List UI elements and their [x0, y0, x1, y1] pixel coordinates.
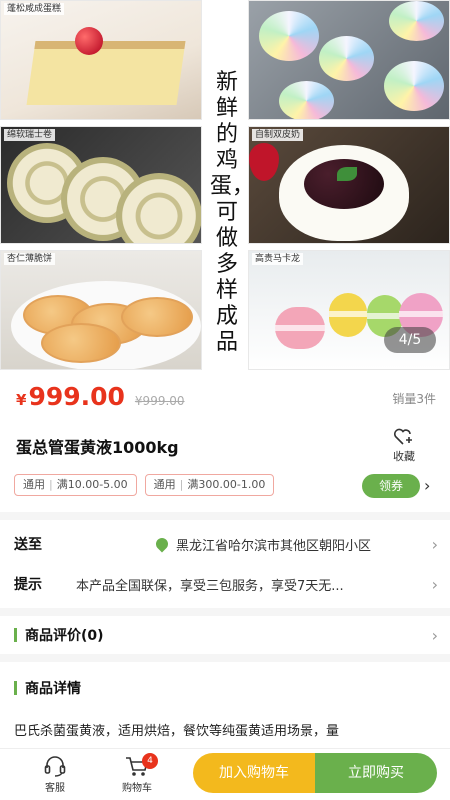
- details-text: 巴氏杀菌蛋黄液，适用烘焙，餐饮等纯蛋黄适用场景，量: [14, 724, 340, 739]
- cart-button[interactable]: 购物车 4: [112, 753, 162, 794]
- coupon-tag: 通用: [23, 478, 45, 491]
- macaron-shape: [329, 293, 367, 337]
- shipping-row[interactable]: 送至 黑龙江省哈尔滨市其他区朝阳小区 ›: [14, 526, 438, 562]
- delivery-info-card: 送至 黑龙江省哈尔滨市其他区朝阳小区 › 提示 本产品全国联保，享受三包服务，享…: [0, 520, 450, 608]
- chevron-right-icon: ›: [431, 625, 438, 645]
- meringue-shape: [319, 36, 374, 81]
- headset-icon: [44, 756, 66, 777]
- image-caption: 杏仁薄脆饼: [4, 253, 56, 265]
- claim-coupon-button[interactable]: 领券: [362, 474, 420, 498]
- meringue-shape: [259, 11, 319, 61]
- mint-leaf-shape: [337, 167, 357, 181]
- bottom-action-bar: 客服 购物车 4 加入购物车 立即购买: [0, 748, 450, 800]
- details-title: 商品详情: [25, 681, 81, 697]
- swiss-roll-image: 绵软瑞士卷: [0, 126, 202, 244]
- image-caption: 蓬松咸成蛋糕: [4, 3, 65, 15]
- details-section: 商品详情 巴氏杀菌蛋黄液，适用烘焙，餐饮等纯蛋黄适用场景，量: [0, 662, 450, 750]
- section-marker: [14, 628, 17, 642]
- cookie-shape: [41, 323, 121, 363]
- buy-now-button[interactable]: 立即购买: [315, 753, 437, 793]
- swiss-roll-shape: [116, 173, 201, 243]
- customer-service-button[interactable]: 客服: [30, 755, 80, 794]
- carousel-page-indicator: 4/5: [384, 327, 436, 353]
- coupon-text: 满10.00-5.00: [56, 478, 128, 491]
- cookie-shape: [121, 297, 193, 337]
- location-pin-icon: [153, 535, 171, 553]
- product-image-carousel[interactable]: 蓬松咸成蛋糕 绵软瑞士卷 自制双皮奶 杏仁薄脆饼 高贵马卡龙 新鲜的鸡蛋，可做多…: [0, 0, 450, 372]
- meringue-shape: [279, 81, 334, 119]
- image-caption: 绵软瑞士卷: [4, 129, 56, 141]
- currency-symbol: ¥: [16, 391, 27, 409]
- section-marker: [14, 681, 17, 695]
- notice-text: 本产品全国联保，享受三包服务，享受7天无...: [76, 578, 344, 594]
- reviews-title: 商品评价(0): [25, 628, 104, 644]
- almond-cookie-image: 杏仁薄脆饼: [0, 250, 202, 370]
- shipping-label: 送至: [14, 537, 42, 553]
- price-row: ¥ 999.00 ¥999.00: [16, 382, 185, 418]
- coupon-chip[interactable]: 通用 | 满300.00-1.00: [144, 474, 275, 496]
- details-header: 商品详情: [14, 678, 81, 698]
- coupon-chip[interactable]: 通用 | 满10.00-5.00: [14, 474, 137, 496]
- meringue-shape: [389, 1, 444, 41]
- original-price: ¥999.00: [134, 394, 185, 408]
- cherry-shape: [75, 27, 103, 55]
- meringue-shape: [384, 61, 444, 111]
- product-summary-card: ¥ 999.00 ¥999.00 销量3件 蛋总管蛋黄液1000kg 收藏 通用…: [0, 372, 450, 512]
- cart-count-badge: 4: [142, 753, 158, 769]
- add-to-cart-button[interactable]: 加入购物车: [193, 753, 315, 793]
- cake-shape: [26, 41, 186, 105]
- chevron-right-icon[interactable]: ›: [424, 476, 430, 495]
- notice-label: 提示: [14, 577, 42, 593]
- coupon-text: 满300.00-1.00: [187, 478, 266, 491]
- cart-label: 购物车: [122, 783, 152, 794]
- image-caption: 自制双皮奶: [252, 129, 304, 141]
- image-caption: 高贵马卡龙: [252, 253, 304, 265]
- macaron-shape: [275, 307, 325, 349]
- customer-service-label: 客服: [45, 783, 65, 794]
- meringue-image: [248, 0, 450, 120]
- chevron-right-icon: ›: [431, 574, 438, 594]
- pudding-image: 自制双皮奶: [248, 126, 450, 244]
- cake-image: 蓬松咸成蛋糕: [0, 0, 202, 120]
- favorite-label: 收藏: [393, 450, 415, 463]
- heart-plus-icon: [393, 428, 412, 445]
- notice-row[interactable]: 提示 本产品全国联保，享受三包服务，享受7天无... ›: [14, 566, 438, 602]
- reviews-section[interactable]: 商品评价(0) ›: [0, 616, 450, 654]
- coupon-tag: 通用: [153, 478, 176, 491]
- shipping-address: 黑龙江省哈尔滨市其他区朝阳小区: [176, 538, 372, 554]
- sales-count: 销量3件: [392, 392, 436, 406]
- chevron-right-icon: ›: [431, 534, 438, 554]
- favorite-button[interactable]: 收藏: [386, 428, 422, 464]
- gallery-headline: 新鲜的鸡蛋，可做多样成品: [210, 70, 255, 355]
- current-price: 999.00: [28, 382, 125, 411]
- product-title: 蛋总管蛋黄液1000kg: [16, 438, 179, 457]
- coupon-list: 通用 | 满10.00-5.00 通用 | 满300.00-1.00: [14, 474, 275, 496]
